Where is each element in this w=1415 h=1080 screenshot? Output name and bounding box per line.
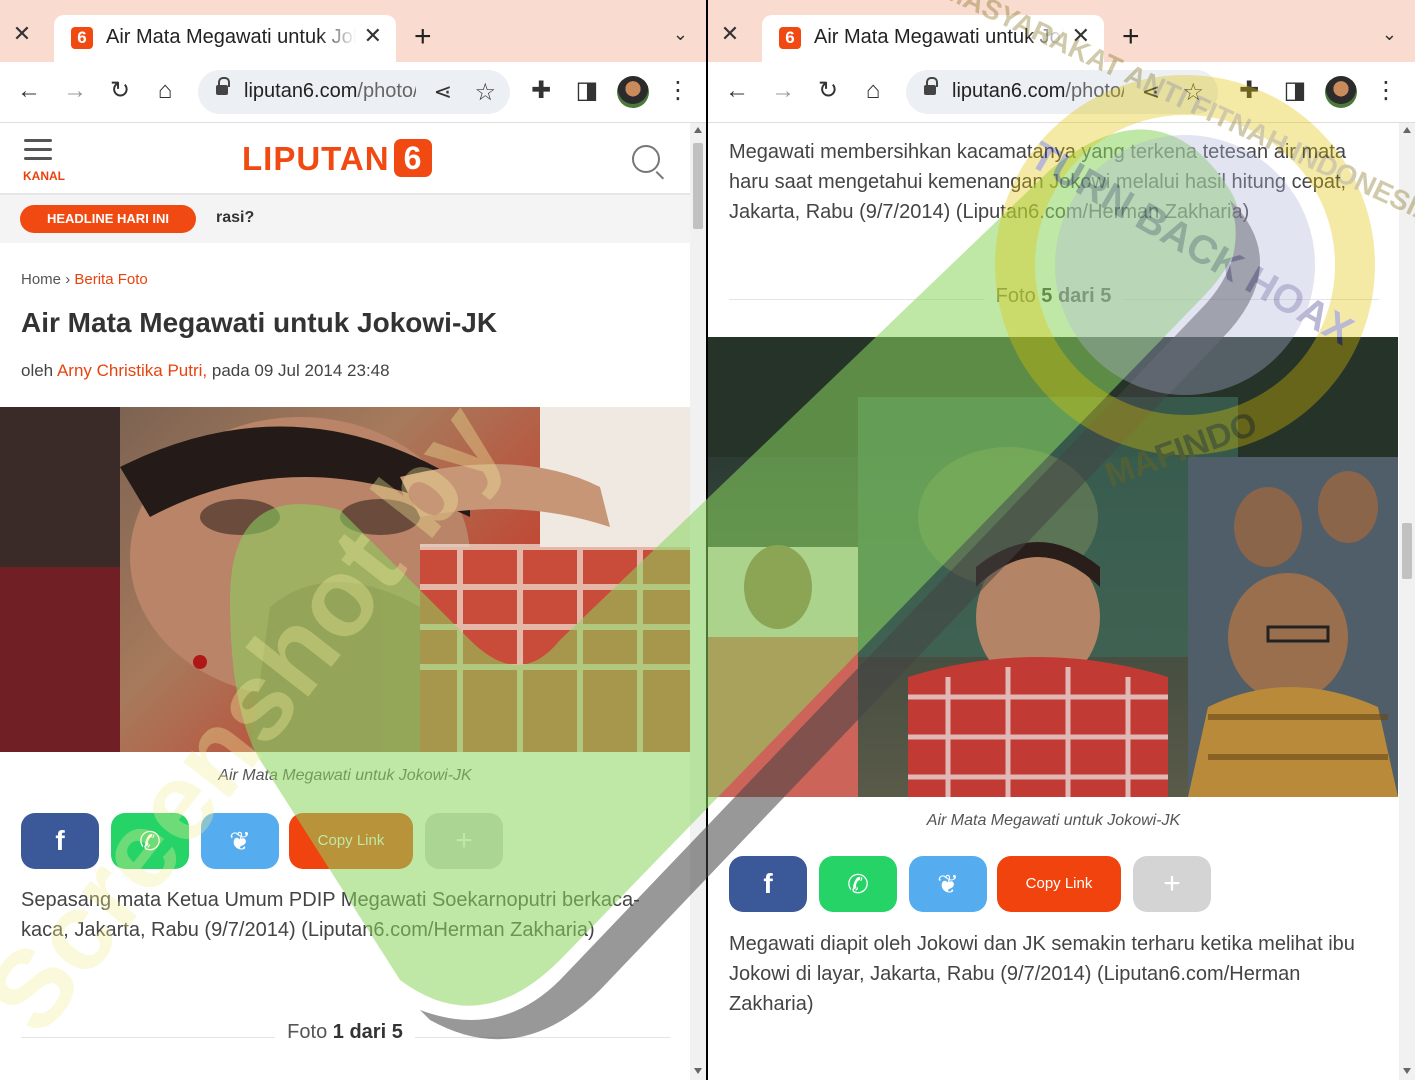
lock-icon[interactable] [924, 77, 938, 96]
byline: oleh Arny Christika Putri, pada 09 Jul 2… [21, 361, 390, 380]
close-window-icon[interactable]: ✕ [716, 20, 744, 48]
scrollbar[interactable] [1399, 123, 1415, 1080]
tab-title: Air Mata Megawati untuk Jokowi-JK | Lipu… [814, 26, 1064, 48]
tab-search-chevron-icon[interactable]: ⌄ [1382, 24, 1397, 45]
browser-tab[interactable]: 6 Air Mata Megawati untuk Jokowi-JK | Li… [762, 15, 1104, 62]
scrollbar-thumb[interactable] [1402, 523, 1412, 579]
whatsapp-icon: ✆ [847, 869, 869, 899]
share-icon[interactable]: ⋖ [1142, 79, 1160, 105]
menu-kebab-icon[interactable]: ⋮ [1371, 76, 1401, 106]
bookmark-star-icon[interactable]: ☆ [1182, 78, 1204, 107]
tab-search-chevron-icon[interactable]: ⌄ [673, 24, 688, 45]
twitter-share-button[interactable]: ❦ [201, 813, 279, 869]
photo-description: Megawati diapit oleh Jokowi dan JK semak… [729, 933, 1355, 1015]
scrollbar-thumb[interactable] [693, 143, 703, 229]
article-photo[interactable] [0, 407, 690, 752]
url-text[interactable]: liputan6.com/photo/read/ [244, 80, 416, 103]
article-photo[interactable] [708, 337, 1398, 797]
facebook-icon: f [763, 868, 773, 899]
copy-link-button[interactable]: Copy Link [997, 856, 1121, 912]
browser-window-left: ✕ 6 Air Mata Megawati untuk Jokowi-JK | … [0, 0, 706, 1080]
lock-icon[interactable] [216, 77, 230, 96]
search-icon[interactable] [632, 145, 660, 173]
previous-photo-description: Megawati membersihkan kacamatanya yang t… [729, 141, 1347, 223]
extensions-puzzle-icon[interactable]: ✚ [1234, 76, 1264, 106]
facebook-share-button[interactable]: f [729, 856, 807, 912]
new-tab-icon[interactable]: + [1122, 22, 1140, 52]
tab-strip: ✕ 6 Air Mata Megawati untuk Jokowi-JK | … [0, 0, 706, 62]
tab-strip: ✕ 6 Air Mata Megawati untuk Jokowi-JK | … [708, 0, 1415, 62]
more-share-button[interactable]: + [1133, 856, 1211, 912]
new-tab-icon[interactable]: + [414, 22, 432, 52]
tab-title: Air Mata Megawati untuk Jokowi-JK | Lipu… [106, 26, 356, 48]
scroll-up-arrow-icon[interactable] [694, 127, 702, 133]
back-arrow-icon[interactable]: ← [14, 76, 44, 106]
photo-counter: Foto 1 dari 5 [0, 1021, 690, 1044]
reload-icon[interactable]: ↻ [813, 76, 843, 106]
browser-toolbar: ← → ↻ ⌂ liputan6.com/photo/read/ ⋖ ☆ ✚ ◨… [708, 62, 1415, 123]
scroll-down-arrow-icon[interactable] [1403, 1068, 1411, 1074]
profile-avatar[interactable] [617, 76, 649, 108]
share-icon[interactable]: ⋖ [434, 79, 452, 105]
bookmark-star-icon[interactable]: ☆ [474, 78, 496, 107]
liputan6-logo[interactable]: LIPUTAN 6 [242, 139, 432, 179]
photo-caption: Air Mata Megawati untuk Jokowi-JK [218, 767, 472, 784]
facebook-icon: f [55, 825, 65, 856]
whatsapp-icon: ✆ [139, 826, 161, 856]
facebook-share-button[interactable]: f [21, 813, 99, 869]
page-content-right: Megawati membersihkan kacamatanya yang t… [708, 123, 1399, 1080]
headline-badge[interactable]: HEADLINE HARI INI [20, 205, 196, 233]
forward-arrow-icon[interactable]: → [768, 76, 798, 106]
extensions-puzzle-icon[interactable]: ✚ [526, 76, 556, 106]
share-buttons: f ✆ ❦ Copy Link + [729, 856, 1229, 912]
whatsapp-share-button[interactable]: ✆ [819, 856, 897, 912]
browser-window-right: ✕ 6 Air Mata Megawati untuk Jokowi-JK | … [708, 0, 1415, 1080]
author-link[interactable]: Arny Christika Putri, [57, 361, 207, 380]
liputan6-favicon-icon: 6 [779, 27, 801, 49]
side-panel-icon[interactable]: ◨ [1280, 76, 1310, 106]
site-header: KANAL LIPUTAN 6 [0, 123, 690, 195]
photo-description: Sepasang mata Ketua Umum PDIP Megawati S… [21, 889, 640, 941]
more-share-button[interactable]: + [425, 813, 503, 869]
breadcrumb: Home › Berita Foto [21, 271, 148, 288]
home-icon[interactable]: ⌂ [858, 76, 888, 106]
share-buttons: f ✆ ❦ Copy Link + [21, 813, 521, 869]
browser-tab[interactable]: 6 Air Mata Megawati untuk Jokowi-JK | Li… [54, 15, 396, 62]
twitter-bird-icon: ❦ [229, 826, 251, 856]
side-panel-icon[interactable]: ◨ [572, 76, 602, 106]
photo-illustration [708, 337, 1398, 797]
reload-icon[interactable]: ↻ [105, 76, 135, 106]
browser-toolbar: ← → ↻ ⌂ liputan6.com/photo/read/ ⋖ ☆ ✚ ◨… [0, 62, 706, 123]
profile-avatar[interactable] [1325, 76, 1357, 108]
tab-close-icon[interactable]: ✕ [364, 23, 382, 49]
address-bar[interactable]: liputan6.com/photo/read/ ⋖ ☆ [906, 70, 1218, 114]
whatsapp-share-button[interactable]: ✆ [111, 813, 189, 869]
url-text[interactable]: liputan6.com/photo/read/ [952, 80, 1124, 103]
photo-caption: Air Mata Megawati untuk Jokowi-JK [926, 812, 1181, 829]
twitter-share-button[interactable]: ❦ [909, 856, 987, 912]
back-arrow-icon[interactable]: ← [722, 76, 752, 106]
photo-illustration [0, 407, 690, 752]
headline-bar: HEADLINE HARI INI rasi? [0, 195, 690, 243]
twitter-bird-icon: ❦ [937, 869, 959, 899]
copy-link-button[interactable]: Copy Link [289, 813, 413, 869]
liputan6-favicon-icon: 6 [71, 27, 93, 49]
page-content-left: KANAL LIPUTAN 6 HEADLINE HARI INI rasi? H… [0, 123, 690, 1080]
headline-ticker[interactable]: rasi? [216, 209, 254, 227]
photo-counter: Foto 5 dari 5 [708, 285, 1399, 308]
page-title: Air Mata Megawati untuk Jokowi-JK [21, 307, 498, 338]
address-bar[interactable]: liputan6.com/photo/read/ ⋖ ☆ [198, 70, 510, 114]
home-icon[interactable]: ⌂ [150, 76, 180, 106]
breadcrumb-current[interactable]: Berita Foto [74, 271, 147, 288]
scroll-up-arrow-icon[interactable] [1403, 127, 1411, 133]
scrollbar[interactable] [690, 123, 706, 1080]
forward-arrow-icon[interactable]: → [60, 76, 90, 106]
scroll-down-arrow-icon[interactable] [694, 1068, 702, 1074]
kanal-label[interactable]: KANAL [23, 169, 65, 183]
breadcrumb-home[interactable]: Home [21, 271, 61, 288]
close-window-icon[interactable]: ✕ [8, 20, 36, 48]
hamburger-menu-icon[interactable] [24, 139, 52, 166]
tab-close-icon[interactable]: ✕ [1072, 23, 1090, 49]
menu-kebab-icon[interactable]: ⋮ [663, 76, 693, 106]
